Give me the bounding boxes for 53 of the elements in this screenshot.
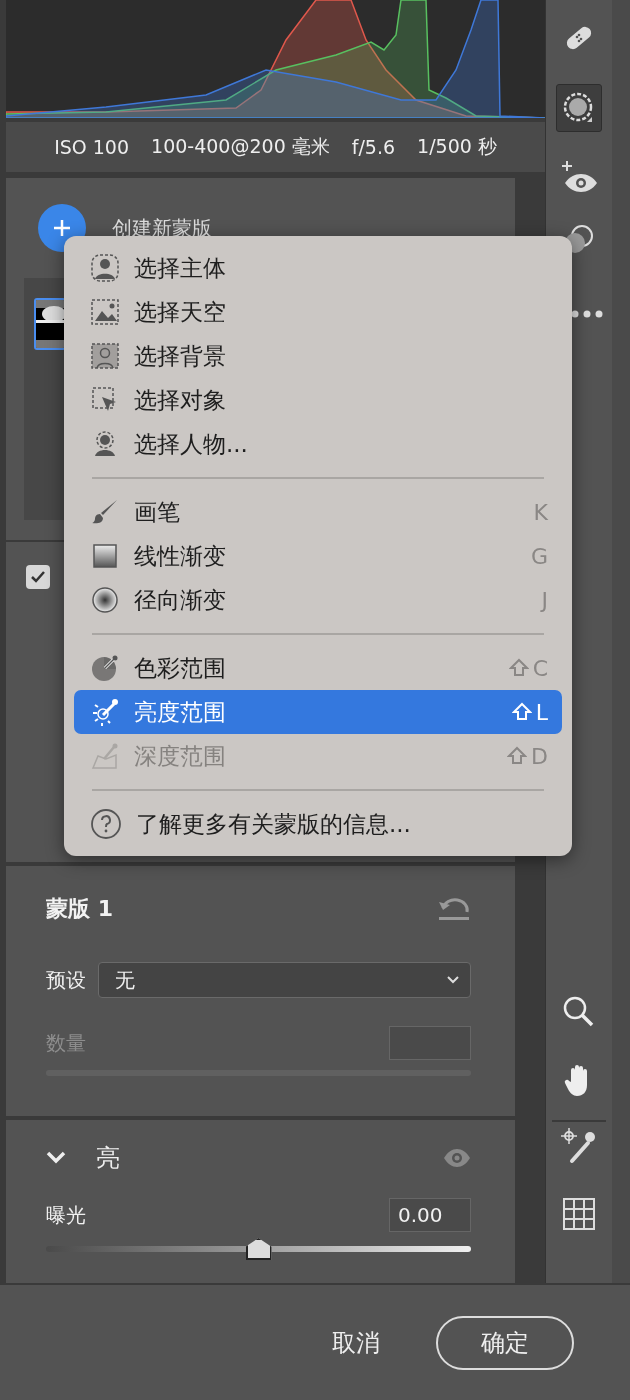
menu-item[interactable]: 了解更多有关蒙版的信息... bbox=[74, 802, 562, 846]
slider-label: 曝光 bbox=[46, 1201, 86, 1229]
mask-title: 蒙版 1 bbox=[46, 895, 113, 923]
tool-button[interactable] bbox=[556, 84, 603, 132]
section-title: 亮 bbox=[96, 1143, 121, 1174]
shift-icon bbox=[508, 658, 529, 678]
preset-dropdown[interactable]: 无 bbox=[98, 962, 471, 998]
checkbox[interactable] bbox=[26, 565, 50, 589]
help-icon bbox=[90, 808, 122, 840]
chevron-down-icon bbox=[446, 975, 460, 985]
shift-icon bbox=[507, 746, 528, 766]
shortcut: K bbox=[533, 499, 548, 525]
chevron-down-icon[interactable] bbox=[46, 1151, 66, 1165]
menu-item[interactable]: 色彩范围 C bbox=[74, 646, 562, 690]
camera-info-text: 100-400@200 毫米 bbox=[151, 134, 330, 159]
menu-item[interactable]: 选择对象 bbox=[74, 378, 562, 422]
cancel-button[interactable]: 取消 bbox=[326, 1320, 386, 1365]
camera-info-text: f/5.6 bbox=[351, 136, 396, 158]
menu-item[interactable]: 径向渐变 J bbox=[74, 578, 562, 622]
shortcut: G bbox=[530, 543, 548, 569]
shortcut: L bbox=[511, 699, 548, 725]
value-field[interactable]: 0.00 bbox=[389, 1198, 471, 1232]
color-dropper-icon bbox=[90, 653, 120, 683]
shortcut: C bbox=[508, 655, 548, 681]
check-icon bbox=[30, 570, 46, 584]
slider-thumb[interactable] bbox=[245, 1238, 272, 1260]
menu-item[interactable]: 选择人物... bbox=[74, 422, 562, 466]
menu-item[interactable]: 选择主体 bbox=[74, 246, 562, 290]
shortcut: D bbox=[507, 743, 548, 769]
menu-item[interactable]: 画笔 K bbox=[74, 490, 562, 534]
shortcut: J bbox=[541, 587, 548, 613]
menu-item[interactable]: 线性渐变 G bbox=[74, 534, 562, 578]
person-selection-icon bbox=[90, 253, 120, 283]
ok-button[interactable]: 确定 bbox=[436, 1315, 574, 1370]
preset-label: 预设 bbox=[46, 966, 86, 994]
background-selection-icon bbox=[90, 341, 120, 371]
menu-item[interactable]: 选择天空 bbox=[74, 290, 562, 334]
amount-field[interactable] bbox=[389, 1026, 471, 1060]
reset-icon[interactable] bbox=[437, 896, 471, 922]
radial-gradient-icon bbox=[90, 585, 120, 615]
amount-label: 数量 bbox=[46, 1029, 86, 1057]
camera-info-text: 1/500 秒 bbox=[417, 134, 497, 159]
sun-dropper-icon bbox=[90, 697, 120, 727]
camera-info-text: ISO 100 bbox=[54, 136, 130, 158]
landscape-selection-icon bbox=[90, 297, 120, 327]
plus-icon bbox=[53, 219, 71, 237]
shift-icon bbox=[511, 702, 532, 722]
menu-item[interactable]: 亮度范围 L bbox=[74, 690, 562, 734]
exposure-slider[interactable] bbox=[46, 1236, 471, 1262]
depth-dropper-icon bbox=[90, 741, 120, 771]
menu-item[interactable]: 选择背景 bbox=[74, 334, 562, 378]
linear-gradient-icon bbox=[90, 541, 120, 571]
grid-icon bbox=[562, 1197, 597, 1231]
